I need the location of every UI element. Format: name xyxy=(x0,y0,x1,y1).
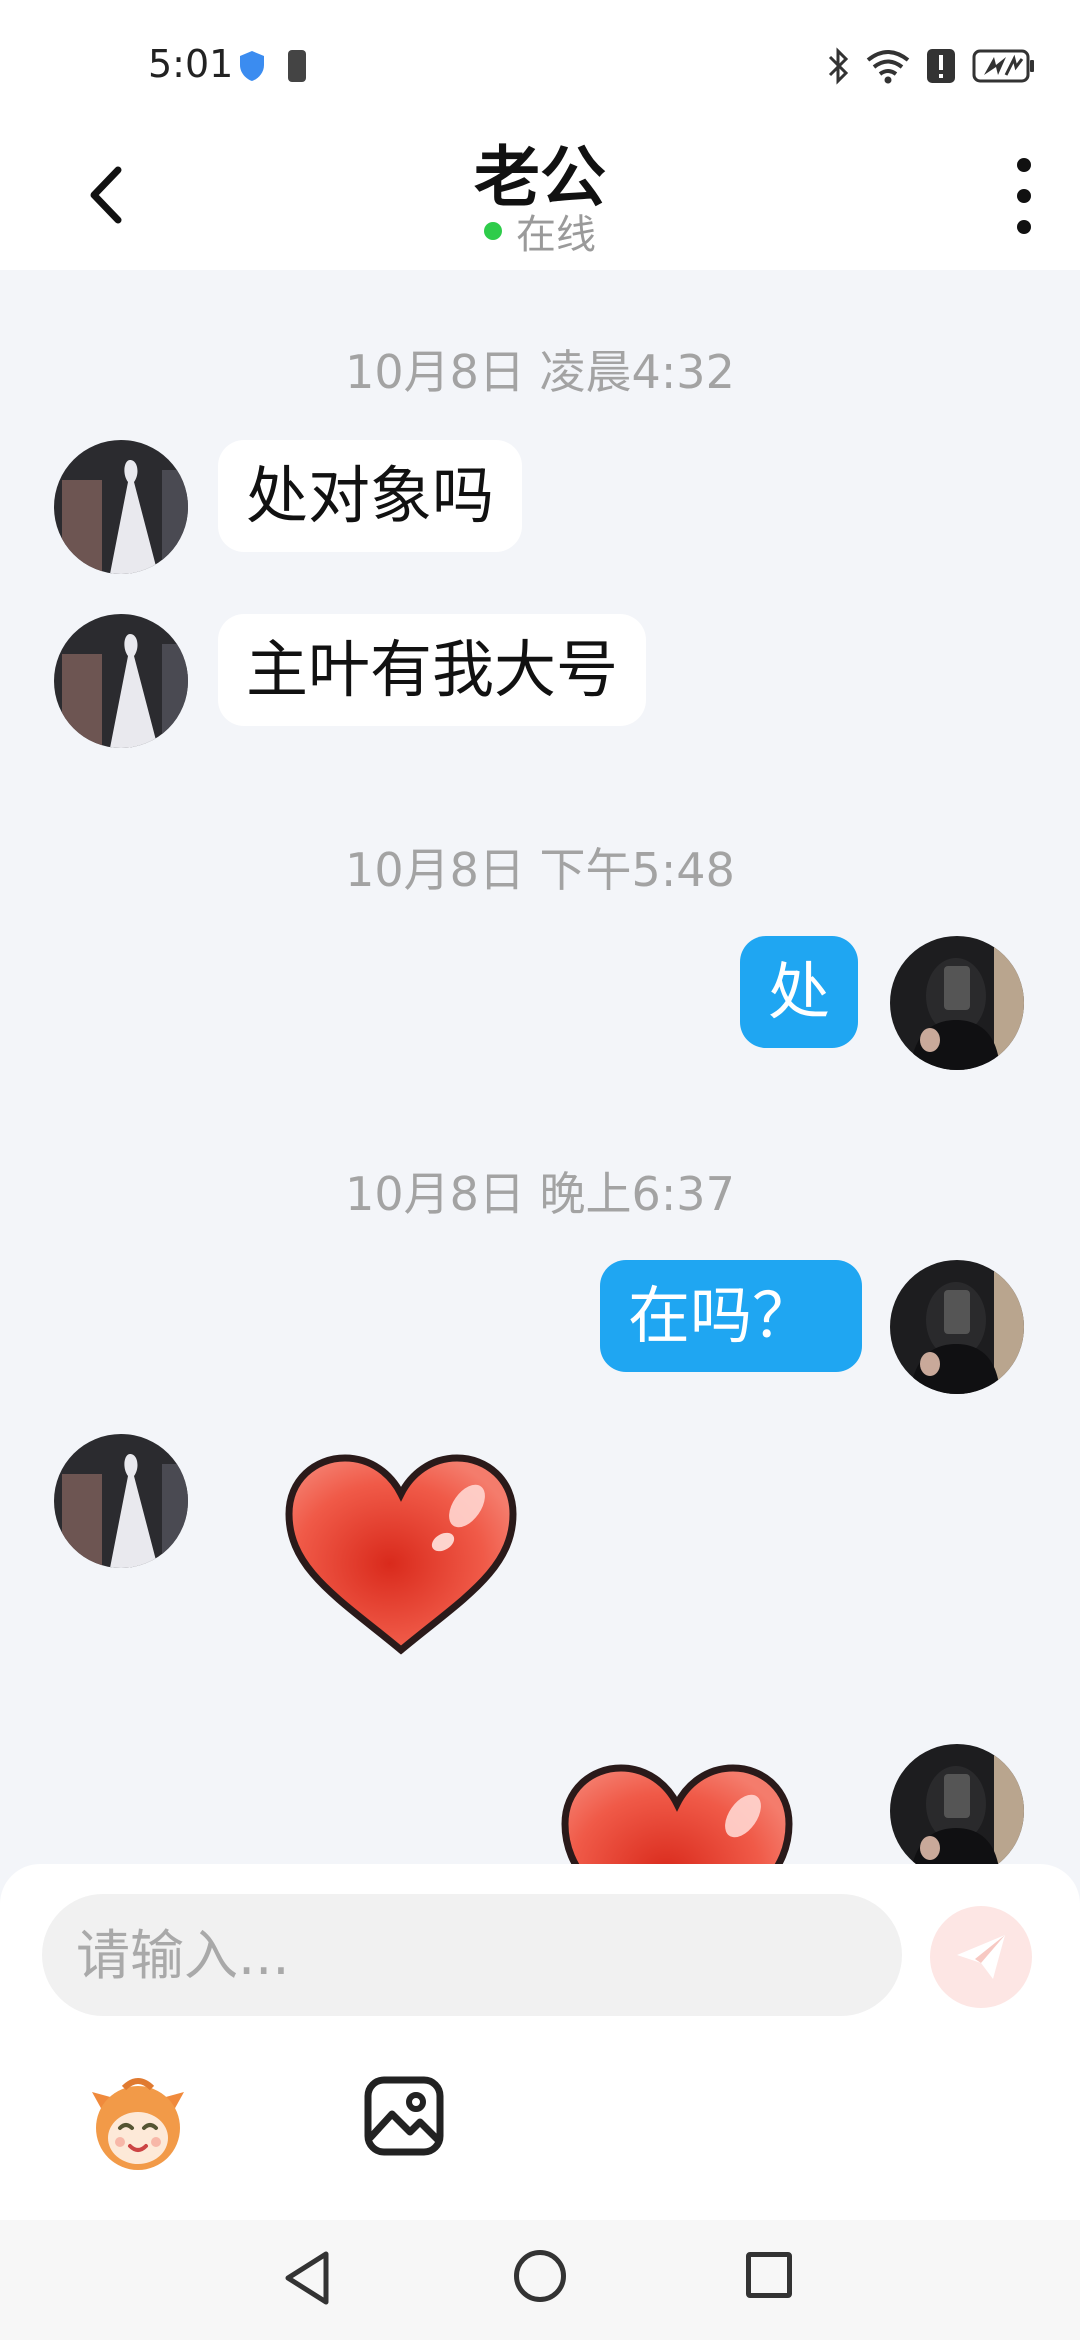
self-avatar[interactable] xyxy=(890,936,1024,1070)
battery-saver-icon xyxy=(288,50,306,82)
image-picker-button[interactable] xyxy=(364,2076,444,2156)
self-avatar[interactable] xyxy=(890,1260,1024,1394)
online-dot-icon xyxy=(484,222,502,240)
chat-header: 老公 在线 xyxy=(0,120,1080,270)
nav-recents-button[interactable] xyxy=(746,2252,792,2298)
message-bubble-outgoing[interactable]: 处 xyxy=(740,936,859,1048)
wifi-icon xyxy=(866,50,910,84)
online-status: 在线 xyxy=(0,202,1080,260)
input-bar xyxy=(0,1864,1080,2220)
more-options-button[interactable] xyxy=(1008,158,1040,234)
message-bubble-outgoing[interactable]: 在吗？ xyxy=(600,1260,862,1372)
send-icon xyxy=(957,1935,1005,1979)
send-button[interactable] xyxy=(930,1906,1032,2008)
message-input[interactable] xyxy=(42,1894,902,2016)
contact-avatar[interactable] xyxy=(54,1434,188,1568)
timestamp: 10月8日 下午5:48 xyxy=(345,843,735,897)
self-avatar[interactable] xyxy=(890,1744,1024,1864)
heart-sticker-icon[interactable] xyxy=(280,1450,522,1660)
status-bar: 5:01 xyxy=(0,0,1080,120)
alert-icon xyxy=(927,49,955,83)
more-dot-icon xyxy=(1017,220,1031,234)
contact-avatar[interactable] xyxy=(54,614,188,748)
online-status-text: 在线 xyxy=(516,212,596,258)
chat-area[interactable]: 10月8日 凌晨4:32 处对象吗 主叶有我大号 10月8日 下午5:48 处 … xyxy=(0,270,1080,1864)
status-time: 5:01 xyxy=(148,42,234,86)
more-dot-icon xyxy=(1017,158,1031,172)
more-dot-icon xyxy=(1017,189,1031,203)
bluetooth-icon xyxy=(828,47,849,85)
shield-icon xyxy=(240,51,264,81)
nav-back-button[interactable] xyxy=(282,2250,332,2306)
status-icons xyxy=(826,44,1036,88)
nav-home-button[interactable] xyxy=(514,2250,566,2302)
heart-sticker-icon[interactable] xyxy=(556,1760,798,1864)
message-bubble-incoming[interactable]: 主叶有我大号 xyxy=(218,614,647,726)
system-nav-bar xyxy=(0,2220,1080,2340)
emoji-button[interactable] xyxy=(84,2070,192,2178)
contact-avatar[interactable] xyxy=(54,440,188,574)
timestamp: 10月8日 晚上6:37 xyxy=(345,1167,735,1221)
timestamp: 10月8日 凌晨4:32 xyxy=(345,345,735,399)
battery-icon xyxy=(972,49,1034,83)
message-bubble-incoming[interactable]: 处对象吗 xyxy=(218,440,523,552)
